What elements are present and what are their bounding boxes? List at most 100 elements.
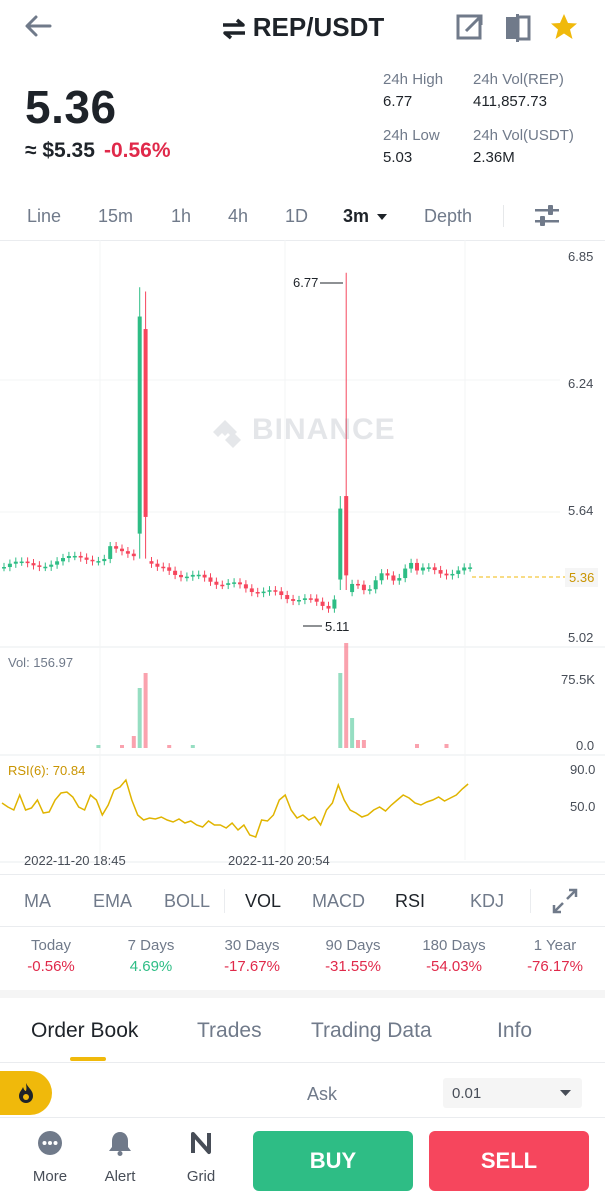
more-button[interactable]: More: [20, 1130, 80, 1185]
candle-body: [350, 583, 355, 593]
fullscreen-expand-icon[interactable]: [552, 888, 578, 914]
candle-body: [297, 599, 301, 602]
vol-quote-label: 24h Vol(USDT): [473, 127, 574, 144]
y-tick-bottom: 5.02: [568, 630, 594, 645]
candle-body: [155, 563, 160, 567]
candle-body: [415, 562, 419, 571]
interval-1h[interactable]: 1h: [171, 206, 191, 227]
chart-settings-icon[interactable]: [533, 203, 561, 229]
candle-body: [462, 567, 467, 571]
interval-15m[interactable]: 15m: [98, 206, 133, 227]
interval-3m[interactable]: 3m: [343, 206, 388, 227]
indicator-kdj[interactable]: KDJ: [470, 891, 504, 912]
tab-trading-data[interactable]: Trading Data: [311, 1019, 432, 1043]
candle-body: [361, 584, 366, 591]
candle-body: [7, 563, 12, 568]
volume-bar: [143, 673, 148, 748]
indicator-boll[interactable]: BOLL: [164, 891, 210, 912]
volume-bar: [350, 718, 355, 748]
candle-body: [55, 561, 60, 565]
indicator-vol[interactable]: VOL: [245, 891, 281, 912]
volume-bar: [167, 745, 172, 748]
divider: [503, 205, 504, 227]
precision-value: 0.01: [452, 1085, 482, 1102]
y-tick-top: 6.85: [568, 249, 594, 264]
divider: [0, 874, 605, 875]
candle-body: [450, 573, 455, 576]
candle-body: [131, 553, 136, 557]
tab-info[interactable]: Info: [497, 1019, 532, 1043]
favorite-star-icon[interactable]: [549, 12, 579, 42]
grid-button[interactable]: Grid: [171, 1130, 231, 1185]
candle-body: [13, 561, 18, 564]
divider: [530, 889, 531, 913]
hot-button[interactable]: [0, 1071, 52, 1115]
tab-order-book[interactable]: Order Book: [31, 1019, 138, 1043]
candle-body: [114, 546, 119, 549]
perf-value-30d: -17.67%: [224, 958, 280, 975]
candle-body: [61, 558, 65, 562]
price-chart[interactable]: [0, 240, 605, 880]
candle-body: [43, 566, 48, 569]
candle-body: [332, 599, 337, 609]
more-dots-icon: [38, 1131, 62, 1155]
candle-body: [468, 567, 473, 569]
ask-label: Ask: [307, 1084, 338, 1104]
candle-body: [167, 567, 172, 571]
indicator-ma[interactable]: MA: [24, 891, 51, 912]
bell-icon: [109, 1132, 131, 1156]
interval-depth[interactable]: Depth: [424, 206, 472, 227]
alert-button[interactable]: Alert: [90, 1130, 150, 1185]
share-icon[interactable]: [455, 12, 485, 42]
candle-body: [420, 567, 425, 571]
layout-icon[interactable]: [503, 12, 533, 42]
interval-4h[interactable]: 4h: [228, 206, 248, 227]
alert-label: Alert: [104, 1168, 136, 1185]
candle-body: [338, 508, 343, 580]
sell-button[interactable]: SELL: [429, 1131, 589, 1191]
indicator-macd[interactable]: MACD: [312, 891, 365, 912]
candle-body: [243, 584, 248, 589]
vol-tick-bottom: 0.0: [576, 738, 595, 753]
volume-bar: [444, 744, 449, 748]
caret-down-icon: [560, 1090, 571, 1096]
interval-line[interactable]: Line: [27, 206, 61, 227]
candle-body: [2, 567, 6, 569]
candle-body: [196, 574, 201, 577]
caret-down-icon: [377, 214, 388, 221]
precision-dropdown[interactable]: 0.01: [443, 1078, 582, 1108]
flame-icon: [19, 1083, 33, 1103]
candle-body: [202, 574, 207, 578]
candle-body: [90, 559, 95, 562]
y-tick-2: 6.24: [568, 376, 594, 391]
candle-body: [184, 576, 189, 579]
high-label: 24h High: [383, 71, 444, 88]
rsi-label: RSI(6): 70.84: [8, 763, 86, 778]
interval-1d[interactable]: 1D: [285, 206, 308, 227]
time-tick-1: 2022-11-20 18:45: [24, 853, 126, 868]
candle-body: [66, 556, 71, 559]
candle-body: [149, 561, 154, 564]
indicator-ema[interactable]: EMA: [93, 891, 132, 912]
pair-title: REP/USDT: [252, 12, 385, 42]
grid-label: Grid: [186, 1168, 216, 1185]
candle-body: [261, 591, 266, 594]
divider: [0, 1062, 605, 1063]
candle-body: [456, 570, 461, 574]
buy-button[interactable]: BUY: [253, 1131, 413, 1191]
candle-body: [137, 316, 142, 534]
tab-trades[interactable]: Trades: [197, 1019, 262, 1043]
candle-body: [190, 574, 195, 577]
more-label: More: [32, 1168, 68, 1185]
candle-body: [273, 590, 278, 592]
indicator-rsi[interactable]: RSI: [395, 891, 425, 912]
candle-body: [438, 570, 443, 574]
candle-body: [444, 573, 449, 576]
y-tick-3: 5.64: [568, 503, 594, 518]
perf-label-180d: 180 Days: [422, 937, 486, 954]
candle-body: [120, 548, 124, 552]
grid-bot-icon: [191, 1132, 211, 1154]
divider: [224, 889, 225, 913]
candle-body: [78, 555, 83, 558]
perf-value-1y: -76.17%: [527, 958, 583, 975]
